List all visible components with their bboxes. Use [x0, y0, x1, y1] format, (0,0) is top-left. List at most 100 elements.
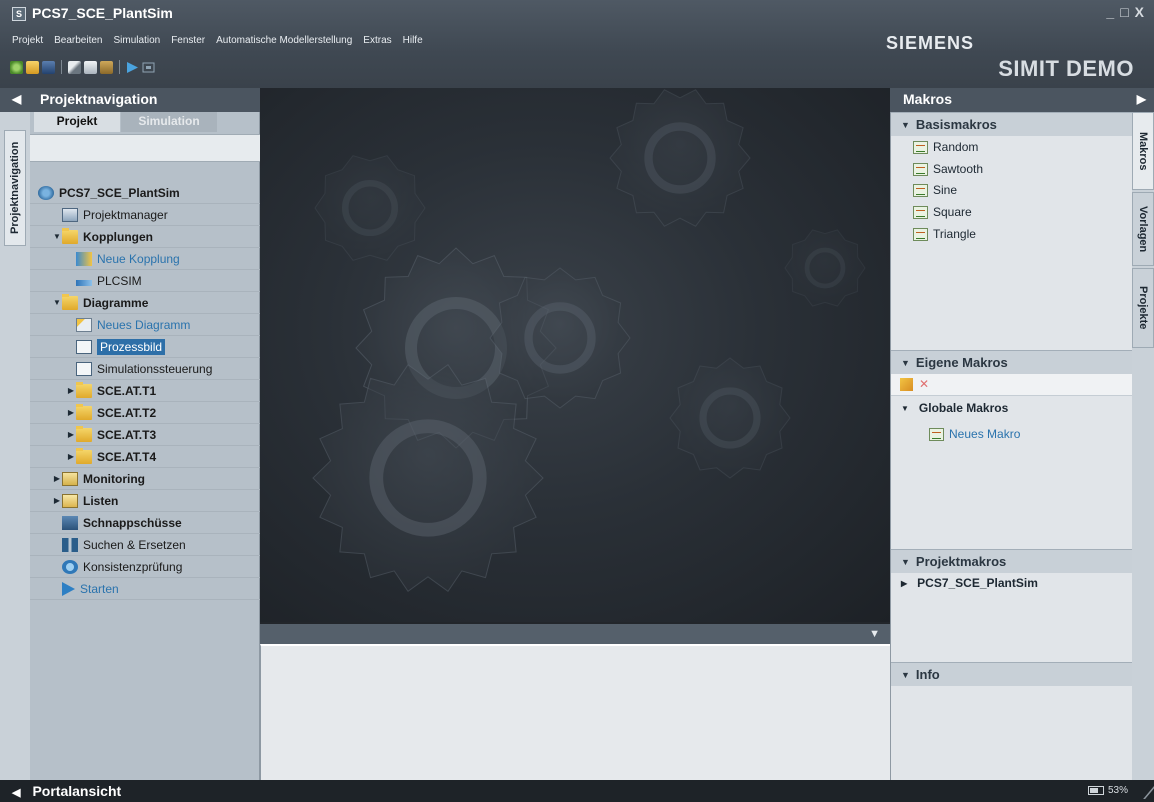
tab-projekte[interactable]: Projekte — [1132, 268, 1154, 348]
paste-icon[interactable] — [100, 60, 113, 74]
new-project-icon[interactable] — [10, 60, 23, 74]
menu-hilfe[interactable]: Hilfe — [403, 35, 423, 46]
macro-label: Square — [933, 205, 972, 219]
collapse-right-icon[interactable]: ▶ — [1137, 92, 1146, 106]
stop-simulation-icon[interactable] — [142, 61, 155, 74]
tree-item[interactable]: Schnappschüsse — [30, 512, 260, 534]
macro-icon — [913, 183, 928, 197]
folder-icon — [76, 425, 92, 442]
tree-item-label: Listen — [83, 493, 119, 508]
section-eigene-makros[interactable]: ▼ Eigene Makros — [891, 350, 1133, 374]
project-tree: PCS7_SCE_PlantSim Projektmanager ▼ Kopplung… — [30, 182, 260, 600]
collapse-left-icon[interactable]: ◀ — [12, 92, 21, 106]
maximize-button[interactable]: □ — [1120, 4, 1128, 20]
expand-right-icon[interactable]: ▶ — [52, 496, 62, 505]
monitoring-icon — [62, 471, 78, 486]
macro-item[interactable]: Sine — [913, 180, 957, 200]
tab-simulation[interactable]: Simulation — [121, 112, 217, 132]
filter-field[interactable] — [30, 134, 260, 162]
triangle-down-icon: ▼ — [901, 357, 910, 368]
expand-down-icon[interactable]: ▼ — [52, 232, 62, 241]
delete-macro-icon[interactable]: ✕ — [919, 378, 932, 391]
menu-fenster[interactable]: Fenster — [171, 35, 205, 46]
macro-icon — [929, 427, 944, 441]
menu-automatische-modellerstellung[interactable]: Automatische Modellerstellung — [216, 35, 352, 46]
tree-item[interactable]: ▶ SCE.AT.T3 — [30, 424, 260, 446]
tab-vorlagen[interactable]: Vorlagen — [1132, 192, 1154, 266]
menu-projekt[interactable]: Projekt — [12, 35, 43, 46]
expand-right-icon[interactable]: ▶ — [66, 430, 76, 439]
section-basismakros[interactable]: ▼ Basismakros — [891, 112, 1133, 136]
section-projektmakros[interactable]: ▼ Projektmakros — [891, 549, 1133, 573]
project-tabs: Projekt Simulation — [30, 112, 260, 132]
macro-toolbar: ✕ — [891, 374, 1133, 396]
macro-item[interactable]: Random — [913, 137, 978, 157]
macro-item[interactable]: Triangle — [913, 224, 976, 244]
start-simulation-icon[interactable] — [126, 61, 139, 74]
group-label: Globale Makros — [918, 401, 1009, 415]
section-info[interactable]: ▼ Info — [891, 662, 1133, 686]
gear-shape — [609, 89, 751, 227]
menu-bearbeiten[interactable]: Bearbeiten — [54, 35, 102, 46]
project-navigation-header: ◀ Projektnavigation — [0, 88, 260, 112]
gear-shape — [314, 155, 426, 261]
section-title: Basismakros — [915, 117, 997, 132]
arrow-left-icon: ◀ — [12, 787, 21, 799]
tree-item[interactable]: ▶ SCE.AT.T1 — [30, 380, 260, 402]
resize-grip-icon[interactable] — [1131, 785, 1154, 799]
tree-item-label: Starten — [80, 581, 119, 596]
tree-item[interactable]: Projektmanager — [30, 204, 260, 226]
tab-makros[interactable]: Makros — [1132, 112, 1154, 190]
macro-label: Sawtooth — [933, 162, 984, 176]
open-folder-icon[interactable] — [26, 60, 39, 74]
new-macro-item[interactable]: Neues Makro — [929, 424, 1020, 444]
minimize-button[interactable]: _ — [1106, 4, 1114, 20]
cut-icon[interactable] — [68, 60, 81, 74]
tree-item-label: Konsistenzprüfung — [83, 559, 183, 574]
tree-item[interactable]: Starten — [30, 578, 260, 600]
section-title: Projektmakros — [915, 554, 1007, 569]
tree-item[interactable]: Simulationssteuerung — [30, 358, 260, 380]
expand-right-icon[interactable]: ▶ — [66, 408, 76, 417]
tree-item[interactable]: ▼ Diagramme — [30, 292, 260, 314]
menu-simulation[interactable]: Simulation — [114, 35, 161, 46]
project-macro-label: PCS7_SCE_PlantSim — [917, 576, 1038, 590]
tree-item[interactable]: Suchen & Ersetzen — [30, 534, 260, 556]
macro-item[interactable]: Sawtooth — [913, 159, 983, 179]
expand-right-icon[interactable]: ▶ — [52, 474, 62, 483]
tree-item[interactable]: Konsistenzprüfung — [30, 556, 260, 578]
new-macro-icon[interactable] — [900, 378, 913, 391]
chevron-down-icon[interactable]: ▼ — [869, 628, 880, 640]
expand-right-icon[interactable]: ▶ — [66, 386, 76, 395]
tab-projekt[interactable]: Projekt — [34, 112, 120, 132]
macros-title: Makros — [903, 91, 953, 107]
copy-icon[interactable] — [84, 60, 97, 74]
tree-item[interactable]: PCS7_SCE_PlantSim — [30, 182, 260, 204]
tree-item[interactable]: Prozessbild — [30, 336, 260, 358]
tree-item[interactable]: Neue Kopplung — [30, 248, 260, 270]
save-icon[interactable] — [42, 60, 55, 74]
tree-item-label: SCE.AT.T3 — [97, 427, 157, 442]
zoom-indicator[interactable]: 53% — [1087, 785, 1128, 796]
tree-item[interactable]: ▶ SCE.AT.T2 — [30, 402, 260, 424]
tree-item[interactable]: ▶ Listen — [30, 490, 260, 512]
tree-item[interactable]: ▶ Monitoring — [30, 468, 260, 490]
expand-right-icon[interactable]: ▶ — [66, 452, 76, 461]
tree-item[interactable]: ▶ SCE.AT.T4 — [30, 446, 260, 468]
close-button[interactable]: X — [1135, 4, 1144, 20]
globale-makros-group[interactable]: ▼ Globale Makros — [901, 401, 1008, 415]
menu-extras[interactable]: Extras — [363, 35, 391, 46]
tree-item[interactable]: Neues Diagramm — [30, 314, 260, 336]
macro-item[interactable]: Square — [913, 202, 972, 222]
portal-view-link[interactable]: ◀ Portalansicht — [12, 783, 121, 799]
tree-item-label: Schnappschüsse — [83, 515, 182, 530]
new-coupling-icon — [76, 251, 92, 266]
snapshot-icon — [62, 515, 78, 530]
tab-projektnavigation[interactable]: Projektnavigation — [4, 130, 26, 246]
tree-item[interactable]: PLCSIM — [30, 270, 260, 292]
project-manager-icon — [62, 207, 78, 222]
tree-item[interactable]: ▼ Kopplungen — [30, 226, 260, 248]
project-macro-item[interactable]: ▶ PCS7_SCE_PlantSim — [901, 576, 1038, 590]
window-title: PCS7_SCE_PlantSim — [32, 5, 173, 21]
expand-down-icon[interactable]: ▼ — [52, 298, 62, 307]
